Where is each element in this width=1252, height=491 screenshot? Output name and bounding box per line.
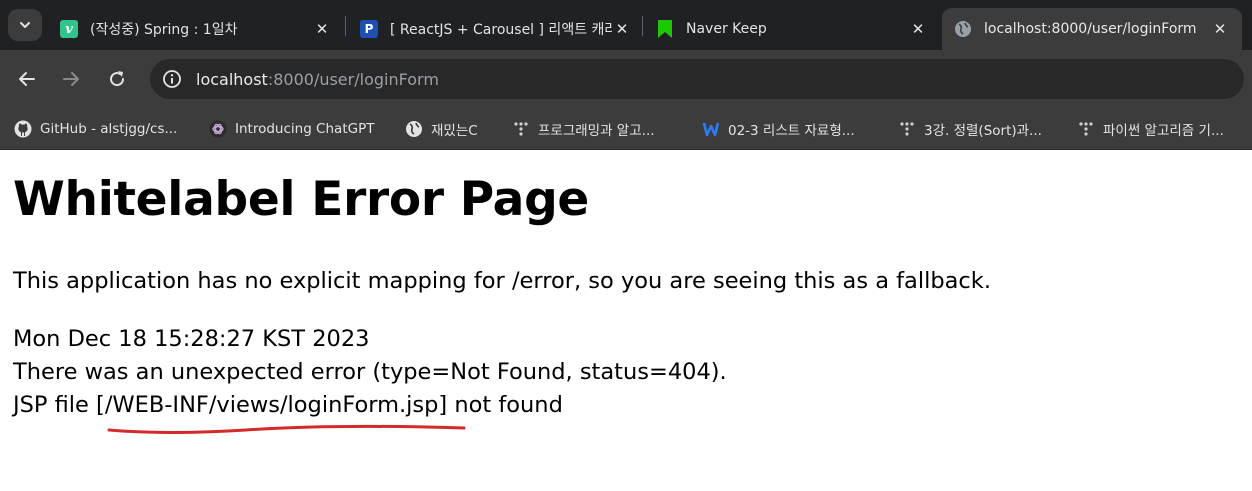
bookmark-python-algorithm[interactable]: 파이썬 알고리즘 기...	[1077, 116, 1224, 142]
tab-active-localhost[interactable]: localhost:8000/user/loginForm ✕	[942, 8, 1242, 50]
arrow-right-icon	[63, 72, 79, 86]
error-timestamp: Mon Dec 18 15:28:27 KST 2023	[13, 326, 370, 352]
site-info-icon[interactable]	[160, 67, 184, 91]
bookmark-list-datatype[interactable]: 02-3 리스트 자료형...	[702, 116, 855, 142]
back-button[interactable]	[11, 63, 43, 95]
tab-strip: v (작성중) Spring : 1일차 ✕ P [ ReactJS + Car…	[0, 0, 1252, 50]
bookmark-label: Introducing ChatGPT	[235, 121, 375, 137]
tab-title: Naver Keep	[686, 21, 767, 37]
tab-title: localhost:8000/user/loginForm	[984, 21, 1197, 37]
reload-icon	[110, 71, 125, 87]
bookmark-label: GitHub - alstjgg/cs...	[40, 121, 178, 137]
tistory-dots-icon	[1077, 120, 1095, 138]
globe-icon	[954, 20, 972, 38]
tab-spring-post[interactable]: v (작성중) Spring : 1일차 ✕	[60, 8, 332, 50]
address-bar[interactable]: localhost:8000/user/loginForm	[150, 59, 1244, 99]
openai-icon	[209, 120, 227, 138]
globe-icon	[405, 120, 423, 138]
arrow-left-icon	[19, 72, 35, 86]
chevron-down-icon	[20, 22, 30, 28]
tab-search-button[interactable]	[8, 9, 42, 41]
forward-button[interactable]	[55, 63, 87, 95]
tab-react-carousel[interactable]: P [ ReactJS + Carousel ] 리액트 캐러셀 ✕	[360, 8, 632, 50]
page-title: Whitelabel Error Page	[13, 172, 589, 227]
url-text[interactable]: localhost:8000/user/loginForm	[196, 70, 439, 89]
url-host: localhost	[196, 69, 268, 89]
github-icon	[14, 120, 32, 138]
bookmark-fun-c[interactable]: 재밌는C	[405, 116, 478, 142]
close-icon[interactable]: ✕	[612, 19, 632, 39]
tab-naver-keep[interactable]: Naver Keep ✕	[656, 8, 928, 50]
tistory-dots-icon	[898, 120, 916, 138]
bookmark-github[interactable]: GitHub - alstjgg/cs...	[14, 116, 177, 142]
close-icon[interactable]: ✕	[312, 19, 332, 39]
bookmarks-bar: GitHub - alstjgg/cs... Introducing ChatG…	[0, 108, 1252, 150]
browser-toolbar: localhost:8000/user/loginForm	[0, 50, 1252, 108]
bookmark-label: 파이썬 알고리즘 기...	[1103, 123, 1224, 139]
p-circle-icon: P	[360, 20, 378, 38]
close-icon[interactable]: ✕	[908, 19, 928, 39]
bookmark-label: 02-3 리스트 자료형...	[728, 123, 855, 139]
vlog-v-icon: v	[60, 20, 78, 38]
bookmark-label: 3강. 정렬(Sort)과...	[924, 123, 1042, 139]
bookmark-label: 프로그래밍과 알고...	[538, 123, 655, 139]
naver-keep-bookmark-icon	[656, 20, 674, 38]
bookmark-programming-algorithm[interactable]: 프로그래밍과 알고...	[512, 116, 655, 142]
close-icon[interactable]: ✕	[1210, 19, 1230, 39]
bookmark-label: 재밌는C	[431, 123, 478, 139]
bookmark-sort-lecture[interactable]: 3강. 정렬(Sort)과...	[898, 116, 1042, 142]
fallback-explanation: This application has no explicit mapping…	[13, 268, 991, 294]
tab-separator	[345, 16, 346, 36]
error-description: There was an unexpected error (type=Not …	[13, 359, 727, 385]
red-underline-annotation	[107, 424, 466, 434]
bookmark-chatgpt[interactable]: Introducing ChatGPT	[209, 116, 374, 142]
wikidocs-w-icon	[702, 120, 720, 138]
tab-title: (작성중) Spring : 1일차	[90, 22, 238, 38]
tistory-dots-icon	[512, 120, 530, 138]
tab-separator	[642, 16, 643, 36]
jsp-not-found-message: JSP file [/WEB-INF/views/loginForm.jsp] …	[13, 392, 563, 418]
tab-title: [ ReactJS + Carousel ] 리액트 캐러셀	[390, 22, 612, 38]
reload-button[interactable]	[101, 63, 133, 95]
url-path: :8000/user/loginForm	[267, 69, 439, 89]
